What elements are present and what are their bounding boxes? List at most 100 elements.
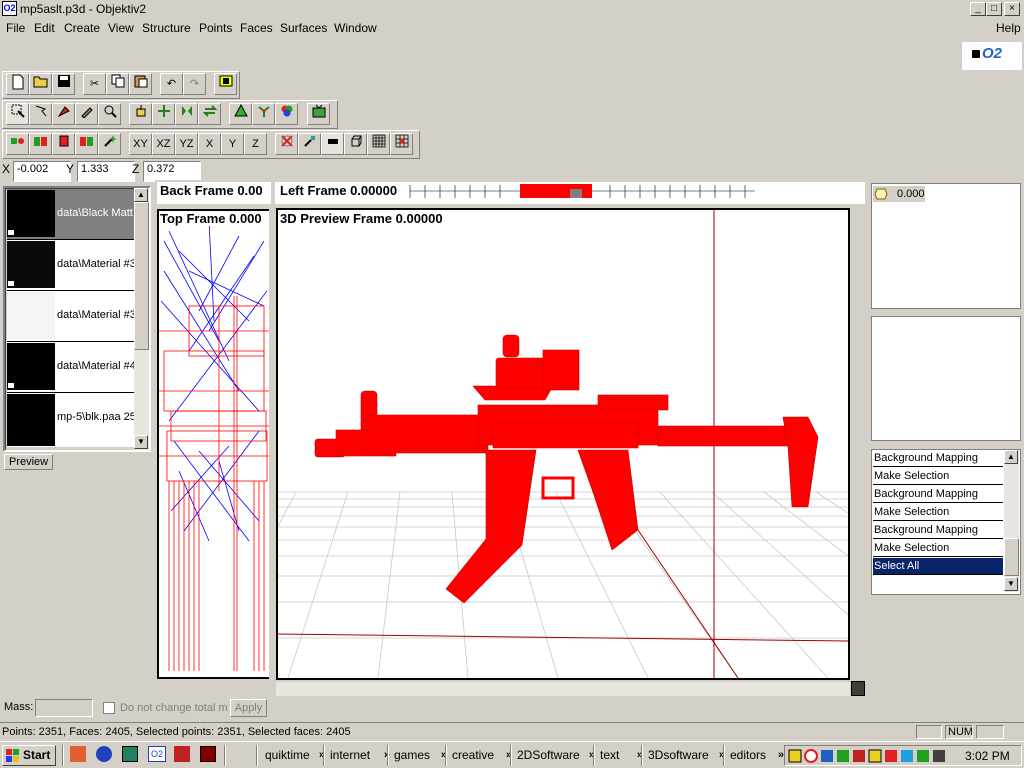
task-editors[interactable]: editors»: [726, 745, 786, 766]
quicklaunch-icon[interactable]: [96, 746, 112, 762]
scroll-thumb[interactable]: [134, 202, 149, 350]
x-coord-input[interactable]: -0.002: [13, 161, 71, 182]
quicklaunch-icon[interactable]: [122, 746, 138, 762]
maximize-button[interactable]: □: [986, 2, 1002, 16]
view-z-button[interactable]: Z: [244, 133, 267, 155]
scroll-down-icon[interactable]: ▼: [1004, 577, 1018, 591]
view-x-button[interactable]: X: [198, 133, 221, 155]
rotate-icon[interactable]: [152, 103, 175, 125]
select-points-icon[interactable]: [6, 133, 29, 155]
menu-structure[interactable]: Structure: [142, 21, 191, 35]
wand-select-icon[interactable]: [98, 133, 121, 155]
minimize-button[interactable]: _: [970, 2, 986, 16]
select-faces-icon[interactable]: [29, 133, 52, 155]
history-item[interactable]: Select All: [873, 558, 1003, 575]
solid-view-icon[interactable]: [321, 133, 344, 155]
lod-item[interactable]: 0.000: [873, 186, 925, 202]
undo-icon[interactable]: ↶: [160, 73, 183, 95]
mirror-icon[interactable]: [175, 103, 198, 125]
selection-panel[interactable]: [871, 316, 1021, 441]
task-quiktime[interactable]: quiktime»: [261, 745, 327, 766]
view-xy-button[interactable]: XY: [129, 133, 152, 155]
task-internet[interactable]: internet»: [326, 745, 392, 766]
select-tool-icon[interactable]: [6, 103, 29, 125]
texture-icon[interactable]: [307, 103, 330, 125]
quicklaunch-icon[interactable]: [70, 746, 86, 762]
material-item[interactable]: data\Material #3: [7, 240, 134, 291]
snap-icon[interactable]: [390, 133, 413, 155]
edge-tool-icon[interactable]: [252, 103, 275, 125]
save-icon[interactable]: [52, 73, 75, 95]
color-icon[interactable]: [275, 103, 298, 125]
scroll-thumb[interactable]: [1004, 538, 1019, 576]
select-object-icon[interactable]: [52, 133, 75, 155]
task-3dsoftware[interactable]: 3Dsoftware»: [644, 745, 727, 766]
paste-icon[interactable]: [129, 73, 152, 95]
history-item[interactable]: Background Mapping: [873, 522, 1003, 539]
menu-window[interactable]: Window: [334, 21, 377, 35]
menu-create[interactable]: Create: [64, 21, 100, 35]
preview-tab[interactable]: Preview: [4, 454, 53, 470]
zoom-icon[interactable]: [98, 103, 121, 125]
brush-icon[interactable]: [298, 133, 321, 155]
wireframe-view-icon[interactable]: [344, 133, 367, 155]
view-xz-button[interactable]: XZ: [152, 133, 175, 155]
grid-icon[interactable]: [367, 133, 390, 155]
y-coord-input[interactable]: 1.333: [77, 161, 135, 182]
select-mixed-icon[interactable]: [75, 133, 98, 155]
redo-icon[interactable]: ↷: [183, 73, 206, 95]
menu-help[interactable]: Help: [996, 21, 1021, 35]
task-text[interactable]: text»: [596, 745, 645, 766]
task-creative[interactable]: creative»: [448, 745, 514, 766]
mass-input[interactable]: [35, 699, 93, 717]
scroll-up-icon[interactable]: ▲: [1004, 450, 1018, 464]
pen-tool-icon[interactable]: [75, 103, 98, 125]
menu-faces[interactable]: Faces: [240, 21, 273, 35]
close-button[interactable]: ×: [1004, 2, 1020, 16]
top-viewport[interactable]: [157, 209, 269, 679]
lasso-tool-icon[interactable]: [29, 103, 52, 125]
task-games[interactable]: games»: [390, 745, 449, 766]
task-2dsoftware[interactable]: 2DSoftware»: [513, 745, 597, 766]
z-coord-input[interactable]: 0.372: [143, 161, 201, 182]
3d-preview-viewport[interactable]: [276, 208, 850, 680]
history-item[interactable]: Make Selection: [873, 504, 1003, 521]
move-icon[interactable]: [129, 103, 152, 125]
material-scrollbar[interactable]: ▲ ▼: [134, 188, 149, 450]
quicklaunch-icon[interactable]: [174, 746, 190, 762]
apply-button[interactable]: Apply: [230, 699, 267, 717]
objektiv-quicklaunch-icon[interactable]: O2: [148, 746, 166, 762]
create-point-icon[interactable]: [229, 103, 252, 125]
start-button[interactable]: Start: [2, 745, 56, 766]
history-item[interactable]: Background Mapping: [873, 486, 1003, 503]
properties-icon[interactable]: [214, 73, 237, 95]
menu-surfaces[interactable]: Surfaces: [280, 21, 327, 35]
new-file-icon[interactable]: [6, 73, 29, 95]
viewport-hscroll[interactable]: [276, 682, 850, 696]
cut-icon[interactable]: ✂: [83, 73, 106, 95]
paint-select-icon[interactable]: [52, 103, 75, 125]
material-item[interactable]: data\Black Matt: [7, 189, 134, 240]
flip-icon[interactable]: [198, 103, 221, 125]
scroll-down-icon[interactable]: ▼: [134, 435, 148, 449]
view-y-button[interactable]: Y: [221, 133, 244, 155]
history-item[interactable]: Make Selection: [873, 540, 1003, 557]
history-item[interactable]: Background Mapping: [873, 450, 1003, 467]
history-item[interactable]: Make Selection: [873, 468, 1003, 485]
history-scrollbar[interactable]: ▲ ▼: [1004, 450, 1019, 592]
view-yz-button[interactable]: YZ: [175, 133, 198, 155]
material-item[interactable]: data\Material #3: [7, 291, 134, 342]
quicklaunch-icon[interactable]: [200, 746, 216, 762]
viewport-resize-grip[interactable]: [851, 681, 865, 696]
open-folder-icon[interactable]: [29, 73, 52, 95]
menu-edit[interactable]: Edit: [34, 21, 55, 35]
lock-disabled-icon[interactable]: [275, 133, 298, 155]
copy-icon[interactable]: [106, 73, 129, 95]
menu-view[interactable]: View: [108, 21, 134, 35]
material-item[interactable]: mp-5\blk.paa 25: [7, 393, 134, 447]
material-item[interactable]: data\Material #4: [7, 342, 134, 393]
total-mass-checkbox[interactable]: [103, 702, 115, 714]
menu-file[interactable]: File: [6, 21, 25, 35]
menu-points[interactable]: Points: [199, 21, 232, 35]
scroll-up-icon[interactable]: ▲: [134, 188, 148, 202]
